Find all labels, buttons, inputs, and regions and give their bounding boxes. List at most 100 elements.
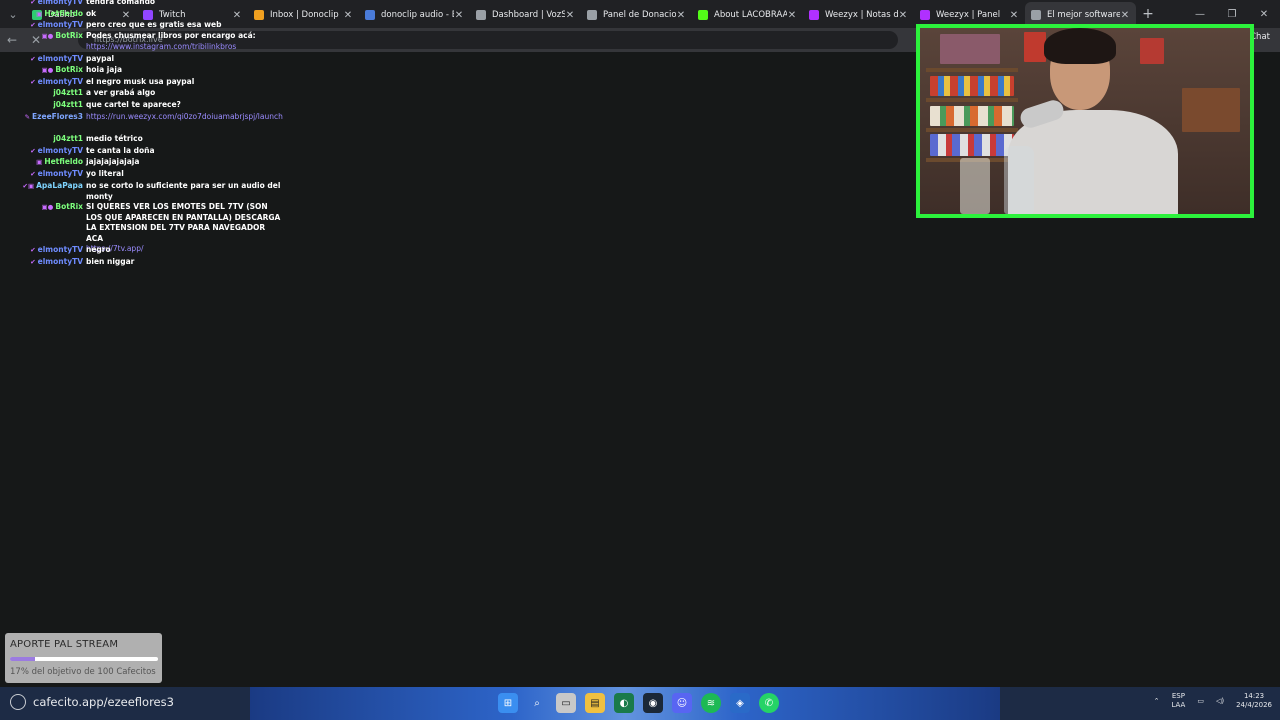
browser-tab[interactable]: Panel de Donaciones✕ (581, 2, 692, 28)
chat-username[interactable]: ▣● BotRix (0, 31, 86, 52)
glass (960, 158, 990, 214)
username-text: j04ztt1 (53, 134, 83, 143)
chat-username[interactable]: ✔ elmontyTV (0, 20, 86, 31)
chat-username[interactable]: j04ztt1 (0, 100, 86, 111)
tab-close-icon[interactable]: ✕ (565, 10, 575, 21)
chat-username[interactable]: ✔ elmontyTV (0, 77, 86, 88)
tab-close-icon[interactable]: ✕ (1009, 10, 1019, 21)
username-text: elmontyTV (37, 54, 83, 63)
globe-icon (10, 694, 26, 710)
browser-tab[interactable]: About LACOBRAAA ✕ (692, 2, 803, 28)
active-window[interactable]: cafecito.app/ezeeflores3 (10, 694, 174, 710)
task-view-icon[interactable]: ▭ (556, 693, 576, 713)
weezyx-icon (920, 10, 930, 20)
username-text: elmontyTV (37, 20, 83, 29)
chat-username[interactable]: ▣● BotRix (0, 65, 86, 76)
message-body: ok (86, 9, 97, 18)
tab-close-icon[interactable]: ✕ (1120, 10, 1130, 21)
chat-text: https://run.weezyx.com/qi0zo7doiuamabrjs… (86, 112, 283, 123)
user-badge-icon: ▣ (36, 158, 43, 166)
user-badge-icon: ✔▣ (22, 182, 35, 190)
user-badge-icon: ▣● (41, 203, 54, 211)
tab-close-icon[interactable]: ✕ (898, 10, 908, 21)
username-text: BotRix (55, 65, 83, 74)
tab-close-icon[interactable]: ✕ (454, 10, 464, 21)
chat-username[interactable]: j04ztt1 (0, 88, 86, 99)
volume-icon[interactable]: ◁) (1216, 697, 1224, 706)
new-tab-button[interactable]: + (1136, 6, 1160, 22)
donation-title: APORTE PAL STREAM (10, 639, 119, 650)
chat-username[interactable]: ✔ elmontyTV (0, 169, 86, 180)
message-body: tendra comando (86, 0, 156, 6)
chat-text: tendra comando (86, 0, 282, 8)
clock[interactable]: 14:23 24/4/2026 (1236, 692, 1272, 710)
app-icon[interactable]: ◈ (730, 693, 750, 713)
spotify-icon[interactable]: ≋ (701, 693, 721, 713)
search-icon[interactable]: ⌕ (527, 693, 547, 713)
username-text: Hetfieldo (44, 157, 83, 166)
books (930, 76, 1014, 96)
shelf (926, 68, 1018, 72)
chat-username[interactable]: ✔ elmontyTV (0, 245, 86, 256)
edge-icon[interactable]: ◐ (614, 693, 634, 713)
file-explorer-icon[interactable]: ▤ (585, 693, 605, 713)
message-body: negro (86, 245, 111, 254)
user-badge-icon: ✎ (24, 113, 31, 121)
message-body: paypal (86, 54, 115, 63)
chat-text: no se corto lo suficiente para ser un au… (86, 181, 282, 202)
steam-icon[interactable]: ◉ (643, 693, 663, 713)
webcam-frame (916, 24, 1254, 218)
poster (1140, 38, 1164, 64)
close-window-icon[interactable]: ✕ (1248, 9, 1280, 20)
chat-username[interactable]: ✎ EzeeFlores3 (0, 112, 86, 123)
message-body: no se corto lo suficiente para ser un au… (86, 181, 281, 201)
user-badge-icon: ✔ (30, 246, 36, 254)
tab-label: donoclip audio - Bú (381, 10, 454, 20)
language-indicator[interactable]: ESP LAA (1172, 692, 1186, 710)
browser-tab[interactable]: Dashboard | VozStre✕ (470, 2, 581, 28)
username-text: j04ztt1 (53, 88, 83, 97)
chat-text: Podes chusmear libros por encargo acá: ht… (86, 31, 282, 52)
chat-message: ▣● BotRix hoia jaja (0, 65, 285, 76)
username-text: elmontyTV (37, 146, 83, 155)
message-body: Podes chusmear libros por encargo acá: (86, 31, 256, 40)
chat-link[interactable]: https://run.weezyx.com/qi0zo7doiuamabrjs… (86, 112, 283, 121)
network-icon[interactable]: ▭ (1197, 697, 1204, 706)
chat-username[interactable]: ✔ elmontyTV (0, 54, 86, 65)
chat-username[interactable]: ✔ elmontyTV (0, 0, 86, 8)
chat-link[interactable]: https://www.instagram.com/tribilinkbros (86, 42, 236, 51)
chat-message: ✔ elmontyTV pero creo que es gratis esa we… (0, 20, 285, 31)
cabinet (1182, 88, 1240, 132)
chat-username[interactable]: ✔▣ ApaLaPapa (0, 181, 86, 202)
stream-screen: ⌄ Dashb ✕ Twitch ✕ Inbox | Donoclip ✕ donoclip… (0, 0, 1280, 720)
chat-text: te canta la doña (86, 146, 282, 157)
chat-username[interactable]: ▣ Hetfieldo (0, 157, 86, 168)
message-body: jajajajajajaja (86, 157, 140, 166)
tab-close-icon[interactable]: ✕ (787, 10, 797, 21)
restore-icon[interactable]: ❐ (1216, 9, 1248, 20)
books (930, 134, 1014, 156)
browser-tab[interactable]: Weezyx | Notas de a✕ (803, 2, 914, 28)
chat-message: ✔ elmontyTV te canta la doña (0, 146, 285, 157)
books (930, 106, 1014, 126)
chat-username[interactable]: ▣ Hetfieldo (0, 9, 86, 20)
tab-label: Panel de Donaciones (603, 10, 676, 20)
message-body: SI QUERES VER LOS EMOTES DEL 7TV (SON LO… (86, 202, 281, 243)
browser-tab[interactable]: donoclip audio - Bú✕ (359, 2, 470, 28)
chat-username[interactable]: ✔ elmontyTV (0, 146, 86, 157)
tab-close-icon[interactable]: ✕ (676, 10, 686, 21)
minimize-icon[interactable]: — (1184, 9, 1216, 20)
whatsapp-icon[interactable]: ✆ (759, 693, 779, 713)
chat-message: ▣● BotRix Podes chusmear libros por encarg… (0, 31, 285, 52)
chat-username[interactable]: j04ztt1 (0, 134, 86, 145)
bottle (1004, 146, 1034, 214)
shelf (926, 128, 1018, 132)
discord-icon[interactable]: ☺ (672, 693, 692, 713)
chevron-up-icon[interactable]: ⌃ (1154, 697, 1160, 706)
start-icon[interactable]: ⊞ (498, 693, 518, 713)
tab-close-icon[interactable]: ✕ (343, 10, 353, 21)
user-badge-icon: ✔ (30, 78, 36, 86)
donation-widget: APORTE PAL STREAM 17% del objetivo de 10… (5, 633, 162, 683)
chat-username[interactable]: ✔ elmontyTV (0, 257, 86, 268)
globe-icon (587, 10, 597, 20)
